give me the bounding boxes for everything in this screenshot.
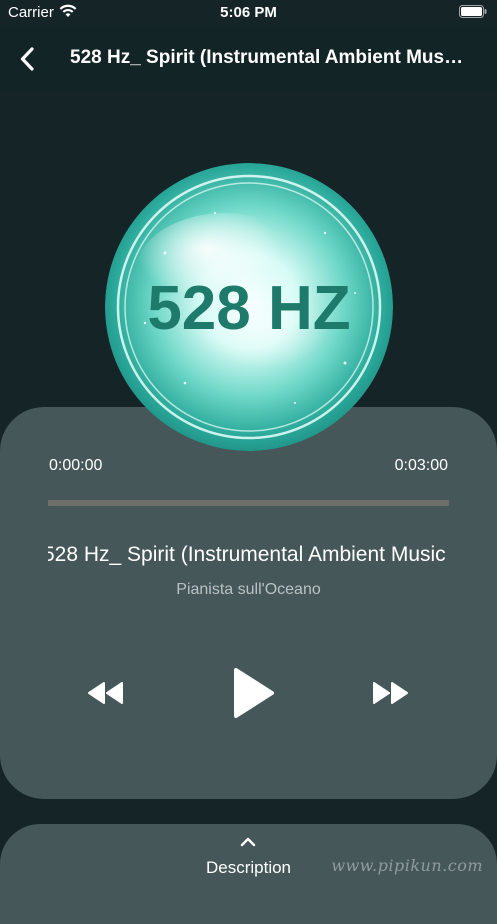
chevron-up-icon [240,837,256,847]
watermark: www.pipikun.com [331,856,483,875]
play-icon [234,668,274,718]
battery-icon [459,5,487,18]
fast-forward-icon [373,682,408,704]
track-title: 528 Hz_ Spirit (Instrumental Ambient Mus… [48,543,449,567]
rewind-icon [88,682,123,704]
player-card: 0:00:00 0:03:00 528 Hz_ Spirit (Instrume… [0,407,497,799]
play-button[interactable] [226,665,278,721]
rewind-button[interactable] [86,679,126,707]
album-artwork: 528 HZ [105,163,393,451]
status-bar: Carrier 5:06 PM [0,0,497,26]
total-time: 0:03:00 [394,457,448,474]
back-button[interactable] [10,42,44,76]
chevron-left-icon [20,47,34,71]
track-artist: Pianista sull'Oceano [176,581,321,598]
artwork-text: 528 HZ [147,274,350,343]
track-title-text: 528 Hz_ Spirit (Instrumental Ambient Mus… [48,543,449,566]
status-time: 5:06 PM [220,4,277,21]
page-title: 528 Hz_ Spirit (Instrumental Ambient Mus… [70,47,467,68]
current-time: 0:00:00 [49,457,103,474]
fast-forward-button[interactable] [370,679,410,707]
progress-slider[interactable] [48,500,449,506]
navigation-bar: 528 Hz_ Spirit (Instrumental Ambient Mus… [0,26,497,92]
